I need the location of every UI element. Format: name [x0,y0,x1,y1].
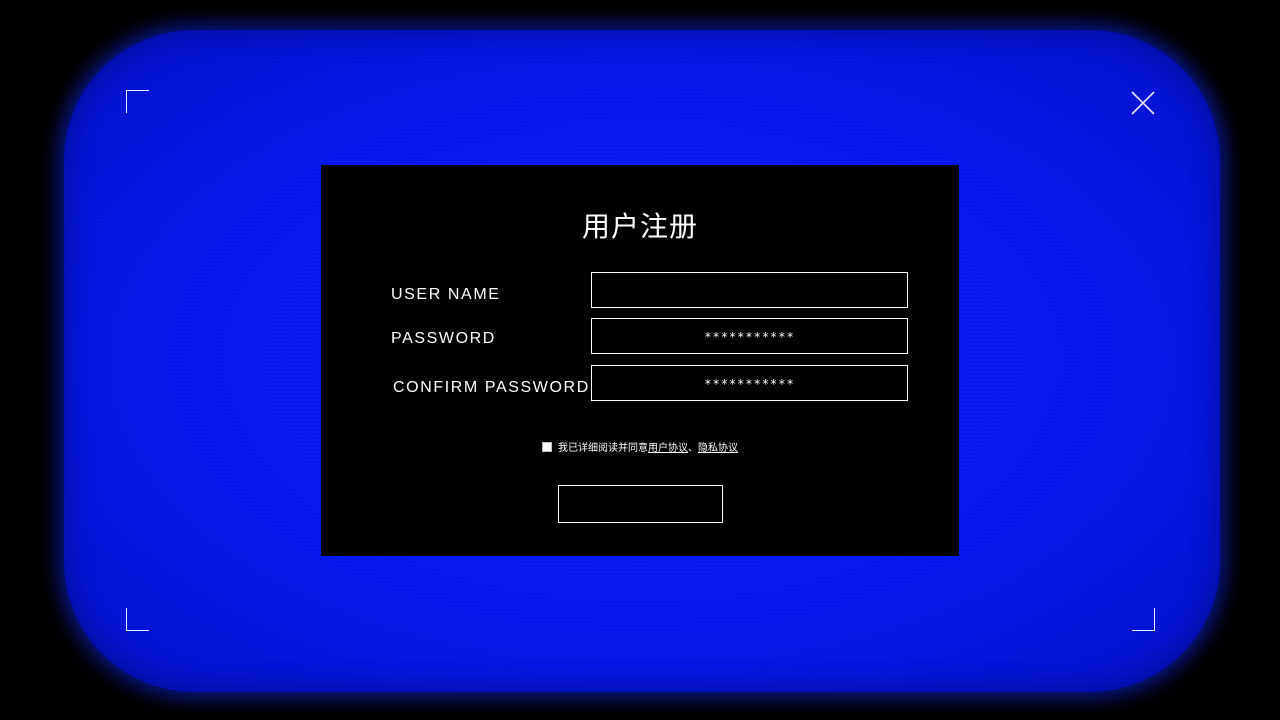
close-button[interactable] [1128,88,1158,118]
corner-bracket-top-left-icon [126,90,149,113]
submit-button[interactable] [558,485,723,523]
agreement-separator: 、 [688,443,698,454]
agreement-text: 我已详细阅读并同意 [558,443,648,454]
corner-bracket-bottom-left-icon [126,608,149,631]
page-title: 用户注册 [581,210,698,243]
username-input[interactable] [591,272,908,308]
user-agreement-link[interactable]: 用户协议 [648,443,688,454]
agreement-row: 我已详细阅读并同意用户协议、隐私协议 [321,439,959,454]
agreement-checkbox[interactable] [542,442,552,452]
registration-panel: 用户注册 USER NAME PASSWORD *********** CONF… [321,165,959,556]
username-label: USER NAME [391,286,501,303]
confirm-password-input[interactable]: *********** [591,365,908,401]
corner-bracket-bottom-right-icon [1132,608,1155,631]
confirm-password-label: CONFIRM PASSWORD [393,379,590,396]
password-label: PASSWORD [391,330,496,347]
privacy-policy-link[interactable]: 隐私协议 [698,443,738,454]
password-input[interactable]: *********** [591,318,908,354]
close-icon [1131,91,1155,115]
